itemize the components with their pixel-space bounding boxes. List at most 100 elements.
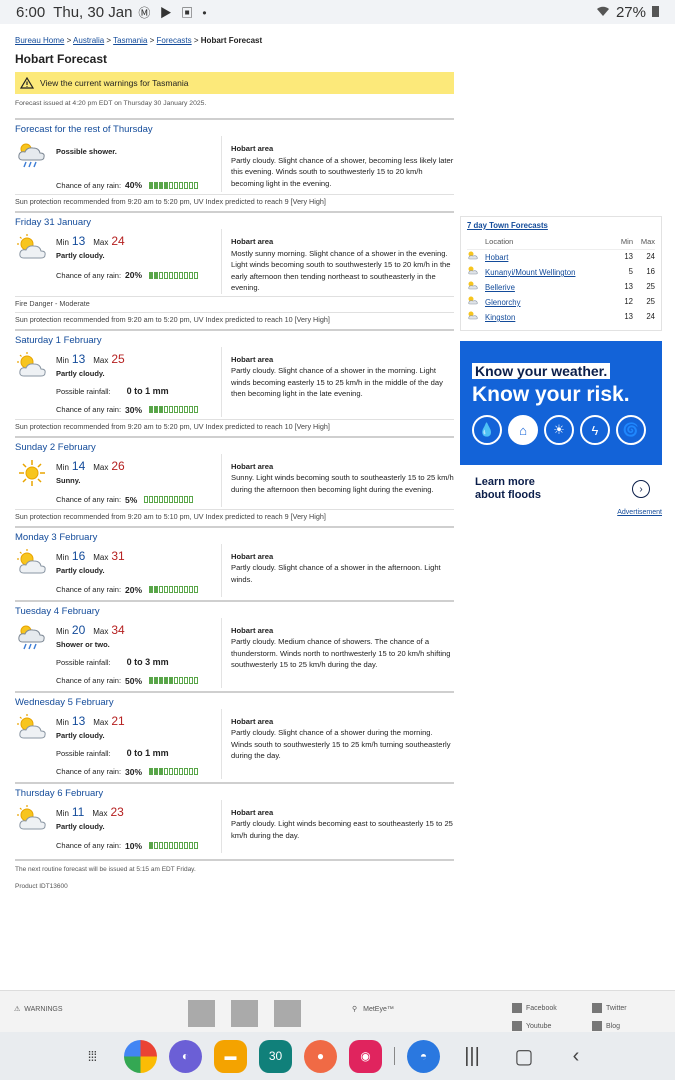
town-link[interactable]: Glenorchy <box>485 298 521 307</box>
town-forecasts-title[interactable]: 7 day Town Forecasts <box>467 221 655 235</box>
rain-bar-segment <box>164 677 169 684</box>
footer-thumb[interactable] <box>188 1000 215 1027</box>
rain-bar-segment <box>164 406 169 413</box>
rain-bar-segment <box>179 181 184 189</box>
min-label: Min <box>56 626 69 636</box>
rain-bar-segment <box>169 677 174 684</box>
clock: 6:00 <box>16 3 46 21</box>
photos-app-icon[interactable] <box>124 1039 157 1073</box>
rain-bar-segment <box>179 586 184 593</box>
page-title: Hobart Forecast <box>15 52 108 66</box>
shower-icon <box>15 140 49 170</box>
rain-chance-bar <box>149 677 199 684</box>
partly-cloudy-icon <box>467 251 479 262</box>
town-row[interactable]: Kingston 13 24 <box>467 309 655 324</box>
app-drawer-icon[interactable]: ⁞⁞⁞ <box>72 1048 112 1064</box>
warnings-banner[interactable]: View the current warnings for Tasmania <box>15 72 454 94</box>
town-link[interactable]: Kunanyi/Mount Wellington <box>485 268 575 277</box>
calendar-app-icon[interactable]: 30 <box>259 1039 292 1073</box>
town-link[interactable]: Kingston <box>485 313 515 322</box>
max-label: Max <box>93 355 109 365</box>
breadcrumb-australia[interactable]: Australia <box>73 36 104 45</box>
min-label: Min <box>56 552 69 562</box>
max-label: Max <box>92 808 108 818</box>
day-row: Possible shower. Chance of any rain: 40% Ho… <box>15 136 454 192</box>
rain-bar-segment <box>169 406 174 413</box>
ad-cta[interactable]: Learn more about floods › <box>460 465 662 503</box>
uv-note: Sun protection recommended from 9:20 am … <box>15 418 454 433</box>
arrow-right-icon[interactable]: › <box>632 480 650 498</box>
footer-thumb[interactable] <box>274 1000 301 1027</box>
camera-app-icon[interactable]: ◉ <box>349 1039 382 1073</box>
home-button[interactable]: ▢ <box>504 1044 544 1069</box>
min-max-temps: Min 11 Max 23 <box>56 805 221 821</box>
area-name: Hobart area <box>231 144 274 153</box>
rain-bar-segment <box>189 768 194 775</box>
rain-chance: Chance of any rain: 30% <box>56 765 221 779</box>
day-heading: Friday 31 January <box>15 217 92 228</box>
internet-app-icon[interactable]: ◐ <box>169 1039 202 1073</box>
town-row[interactable]: Glenorchy 12 25 <box>467 294 655 309</box>
rain-chance-bar <box>149 842 199 849</box>
footer-warnings[interactable]: ⚠ WARNINGS <box>14 1005 63 1014</box>
ad-cta-text[interactable]: Learn more about floods <box>475 476 565 502</box>
town-row[interactable]: Bellerive 13 25 <box>467 279 655 294</box>
possible-rainfall-label: Possible rainfall: <box>56 386 111 396</box>
breadcrumb-home[interactable]: Bureau Home <box>15 36 64 45</box>
town-link[interactable]: Bellerive <box>485 283 515 292</box>
area-forecast-text: Sunny. Light winds becoming south to sou… <box>231 473 454 494</box>
rain-bar-segment <box>154 842 159 849</box>
town-link[interactable]: Hobart <box>485 253 508 262</box>
rain-bar-segment <box>149 406 154 413</box>
day-heading: Tuesday 4 February <box>15 605 100 617</box>
rain-bar-segment <box>184 842 189 849</box>
possible-rainfall-label: Possible rainfall: <box>56 748 111 758</box>
breadcrumb-forecasts[interactable]: Forecasts <box>157 36 192 45</box>
rain-bar-segment <box>164 768 169 775</box>
town-row[interactable]: Kunanyi/Mount Wellington 5 16 <box>467 264 655 279</box>
rain-bar-segment <box>164 586 169 593</box>
rain-bar-segment <box>154 677 159 684</box>
blog-icon <box>592 1021 602 1031</box>
footer-twitter[interactable]: Twitter <box>592 1003 652 1013</box>
area-name: Hobart area <box>231 807 274 817</box>
rain-bar-segment <box>194 406 199 413</box>
contacts-app-icon[interactable]: ● <box>304 1039 337 1073</box>
town-row[interactable]: Hobart 13 24 <box>467 249 655 264</box>
max-temp: 23 <box>110 804 124 819</box>
footer-facebook[interactable]: Facebook <box>512 1003 592 1013</box>
footer-meteye[interactable]: ⚲ MetEye™ <box>352 1005 394 1014</box>
town-min: 5 <box>628 267 633 276</box>
partly-cloudy-icon <box>15 804 49 834</box>
day-row: Min 14 Max 26 Sunny. Chance of any rain: 5% Hob… <box>15 453 454 507</box>
rain-bar-segment <box>174 677 179 684</box>
weather-app-icon[interactable]: ◓ <box>407 1039 440 1073</box>
area-name: Hobart area <box>231 716 274 726</box>
cyclone-icon: 🌀 <box>616 415 646 445</box>
sidebar: 7 day Town Forecasts Location Min Max Ho… <box>460 216 662 516</box>
footer-blog[interactable]: Blog <box>592 1021 652 1031</box>
flood-ad-banner[interactable]: Know your weather. Know your risk. 💧 ⌂ ☀… <box>460 341 662 465</box>
min-max-temps: Min 13 Max 25 <box>56 352 221 368</box>
advertisement-label[interactable]: Advertisement <box>460 509 662 516</box>
day-heading: Monday 3 February <box>15 531 98 543</box>
footer-youtube[interactable]: Youtube <box>512 1021 592 1031</box>
rain-chance-label: Chance of any rain: <box>56 585 122 594</box>
forecast-summary: Partly cloudy. <box>56 821 105 831</box>
recents-button[interactable]: ||| <box>452 1045 492 1068</box>
forecast-day: Friday 31 January Min 13 Max 24 Partly cloudy… <box>15 211 454 326</box>
back-button[interactable]: ‹ <box>556 1045 596 1068</box>
rain-bar-segment <box>179 768 184 775</box>
breadcrumb-tasmania[interactable]: Tasmania <box>113 36 147 45</box>
footer-thumb[interactable] <box>231 1000 258 1027</box>
rain-chance-label: Chance of any rain: <box>56 270 122 280</box>
area-forecast: Hobart area Mostly sunny morning. Slight … <box>222 229 454 294</box>
files-app-icon[interactable]: ▬ <box>214 1039 247 1073</box>
warnings-link[interactable]: View the current warnings for Tasmania <box>40 78 189 88</box>
rain-bar-segment <box>149 677 154 684</box>
rain-bar-segment <box>169 496 174 503</box>
day-row: Min 13 Max 25 Partly cloudy. Possible rainfal… <box>15 346 454 417</box>
area-forecast: Hobart area Partly cloudy. Slight chance … <box>222 136 454 192</box>
sunny-icon <box>15 458 49 488</box>
flooded-house-icon: ⌂ <box>508 415 538 445</box>
